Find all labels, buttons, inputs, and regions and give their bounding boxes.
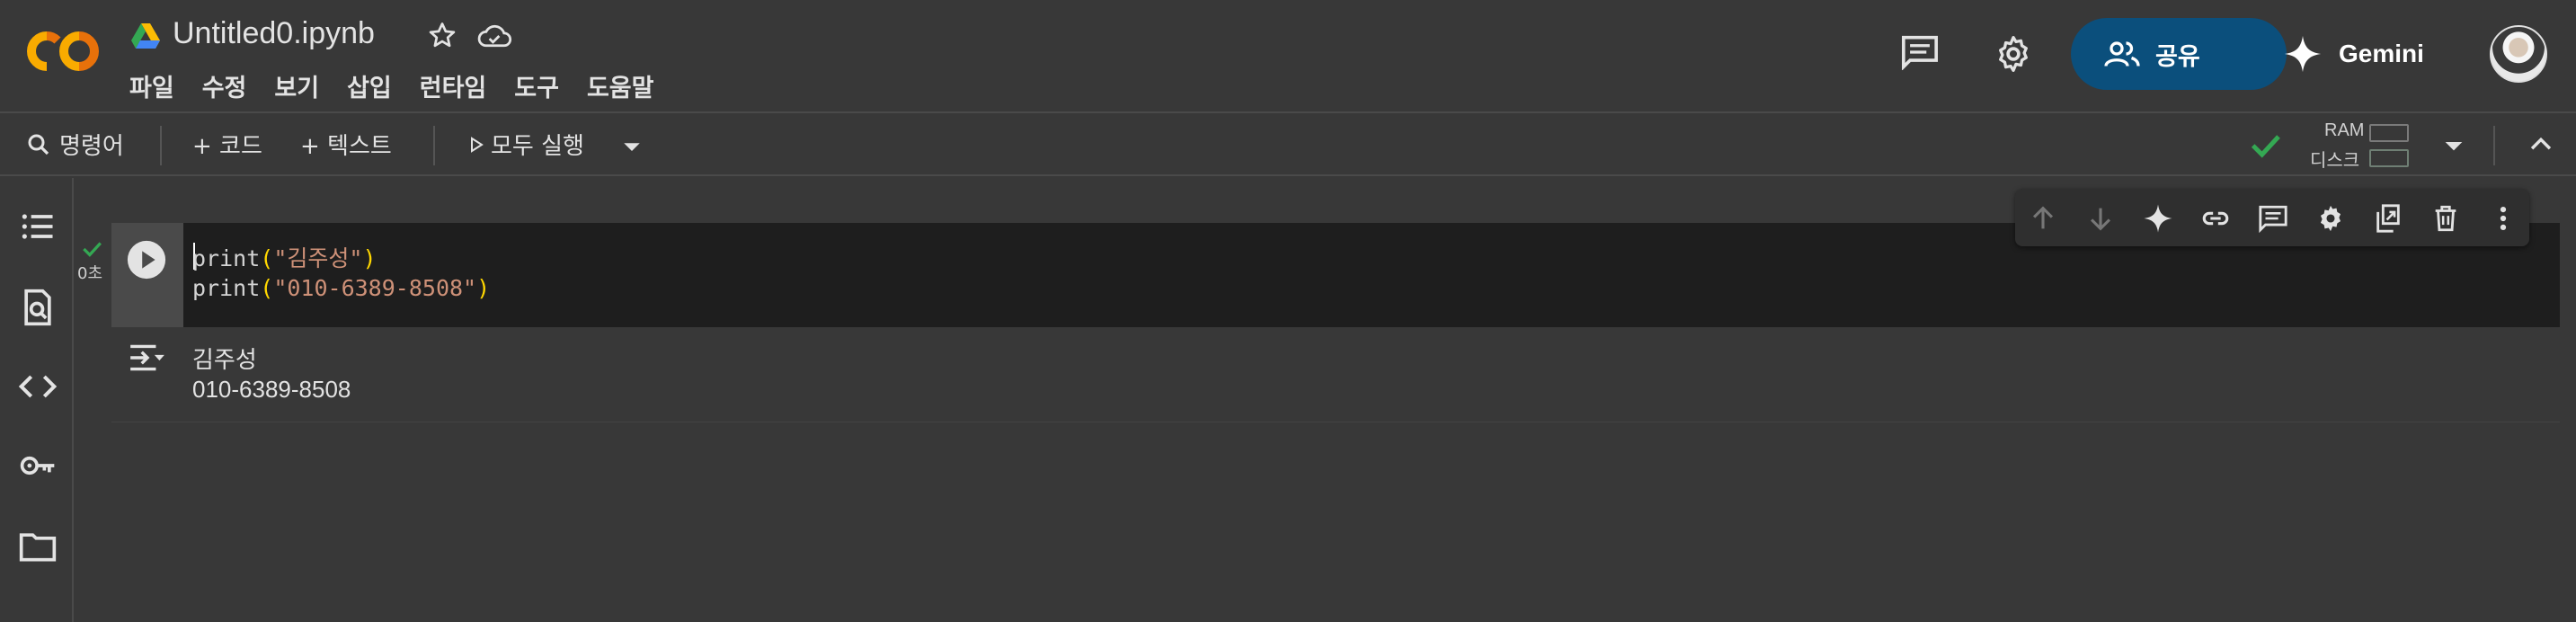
menu-insert[interactable]: 삽입	[347, 68, 392, 103]
menu-runtime[interactable]: 런타임	[420, 68, 487, 103]
ram-usage-bar	[2369, 124, 2409, 142]
command-palette-button[interactable]: 명령어	[25, 128, 124, 161]
table-of-contents-icon[interactable]	[18, 207, 58, 246]
code-line[interactable]: print("김주성")	[192, 241, 377, 273]
gemini-sparkle-icon	[2284, 35, 2322, 73]
run-all-label: 모두 실행	[491, 133, 584, 160]
move-down-icon[interactable]	[2085, 203, 2116, 234]
cell-toolbar	[2015, 189, 2529, 246]
output-actions-icon[interactable]	[128, 342, 167, 374]
code-paren: (	[260, 275, 274, 301]
comments-icon[interactable]	[1900, 34, 1940, 70]
output-line: 010-6389-8508	[192, 376, 351, 403]
move-up-icon[interactable]	[2028, 203, 2058, 234]
left-sidebar	[0, 178, 74, 622]
gemini-icon[interactable]	[2143, 203, 2173, 234]
share-button[interactable]: 공유	[2071, 18, 2287, 90]
gemini-button[interactable]: Gemini	[2283, 18, 2436, 90]
run-cell-button[interactable]	[126, 239, 167, 280]
notebook-toolbar: 명령어 + 코드 + 텍스트 모두 실행 RAM 디스크	[0, 115, 2576, 176]
toolbar-divider	[2493, 126, 2495, 165]
menu-help[interactable]: 도움말	[587, 68, 654, 103]
settings-gear-icon[interactable]	[1994, 34, 2033, 74]
code-string: "김주성"	[273, 245, 363, 271]
search-icon	[28, 134, 49, 155]
menu-edit[interactable]: 수정	[202, 68, 247, 103]
secrets-key-icon[interactable]	[18, 446, 58, 485]
more-vert-icon[interactable]	[2488, 203, 2518, 234]
toolbar-divider	[160, 126, 162, 165]
cloud-saved-icon[interactable]	[476, 20, 512, 52]
colab-logo[interactable]	[25, 27, 101, 76]
collapse-header-icon[interactable]	[2526, 129, 2556, 160]
commands-label: 명령어	[59, 133, 124, 160]
run-all-dropdown-icon[interactable]	[618, 133, 645, 160]
code-paren: )	[362, 245, 377, 271]
disk-label: 디스크	[2310, 151, 2360, 171]
star-icon[interactable]	[426, 20, 458, 52]
mirror-cell-icon[interactable]	[2373, 203, 2403, 234]
add-text-button[interactable]: + 텍스트	[300, 128, 392, 161]
menu-file[interactable]: 파일	[129, 68, 174, 103]
code-function: print	[192, 245, 261, 271]
code-string: "010-6389-8508"	[273, 275, 477, 301]
add-code-button[interactable]: + 코드	[192, 128, 262, 161]
user-avatar[interactable]	[2490, 25, 2547, 83]
settings-icon[interactable]	[2315, 203, 2346, 234]
menu-view[interactable]: 보기	[274, 68, 319, 103]
code-line[interactable]: print("010-6389-8508")	[192, 275, 490, 301]
google-drive-icon	[131, 23, 160, 49]
code-paren: (	[260, 245, 274, 271]
people-icon	[2104, 41, 2140, 67]
code-paren: )	[476, 275, 491, 301]
disk-usage-bar	[2369, 149, 2409, 167]
cell-output	[111, 327, 2560, 422]
add-text-label: + 텍스트	[300, 133, 392, 160]
files-folder-icon[interactable]	[18, 527, 58, 566]
execution-success-icon	[83, 242, 102, 257]
menu-bar: 파일 수정 보기 삽입 런타임 도구 도움말	[129, 68, 682, 103]
find-replace-icon[interactable]	[18, 288, 58, 327]
delete-icon[interactable]	[2430, 203, 2461, 234]
link-icon[interactable]	[2200, 203, 2231, 234]
add-code-label: + 코드	[192, 133, 262, 160]
play-outline-icon	[471, 136, 484, 153]
connected-check-icon	[2251, 135, 2280, 158]
code-snippets-icon[interactable]	[18, 367, 58, 406]
execution-time: 0초	[77, 264, 103, 283]
ram-label: RAM	[2324, 120, 2365, 140]
comment-icon[interactable]	[2258, 203, 2288, 234]
notebook-title[interactable]: Untitled0.ipynb	[173, 16, 375, 51]
gemini-label: Gemini	[2339, 40, 2424, 67]
runtime-dropdown-icon[interactable]	[2439, 131, 2468, 160]
run-all-button[interactable]: 모두 실행	[466, 128, 584, 161]
menu-tools[interactable]: 도구	[514, 68, 559, 103]
toolbar-divider	[433, 126, 435, 165]
resource-monitor[interactable]: RAM 디스크	[2308, 119, 2416, 173]
share-label: 공유	[2155, 42, 2200, 71]
code-function: print	[192, 275, 261, 301]
top-bar: Untitled0.ipynb 파일 수정 보기 삽입 런타임 도구 도움말 공…	[0, 0, 2576, 113]
output-line: 김주성	[192, 347, 257, 374]
